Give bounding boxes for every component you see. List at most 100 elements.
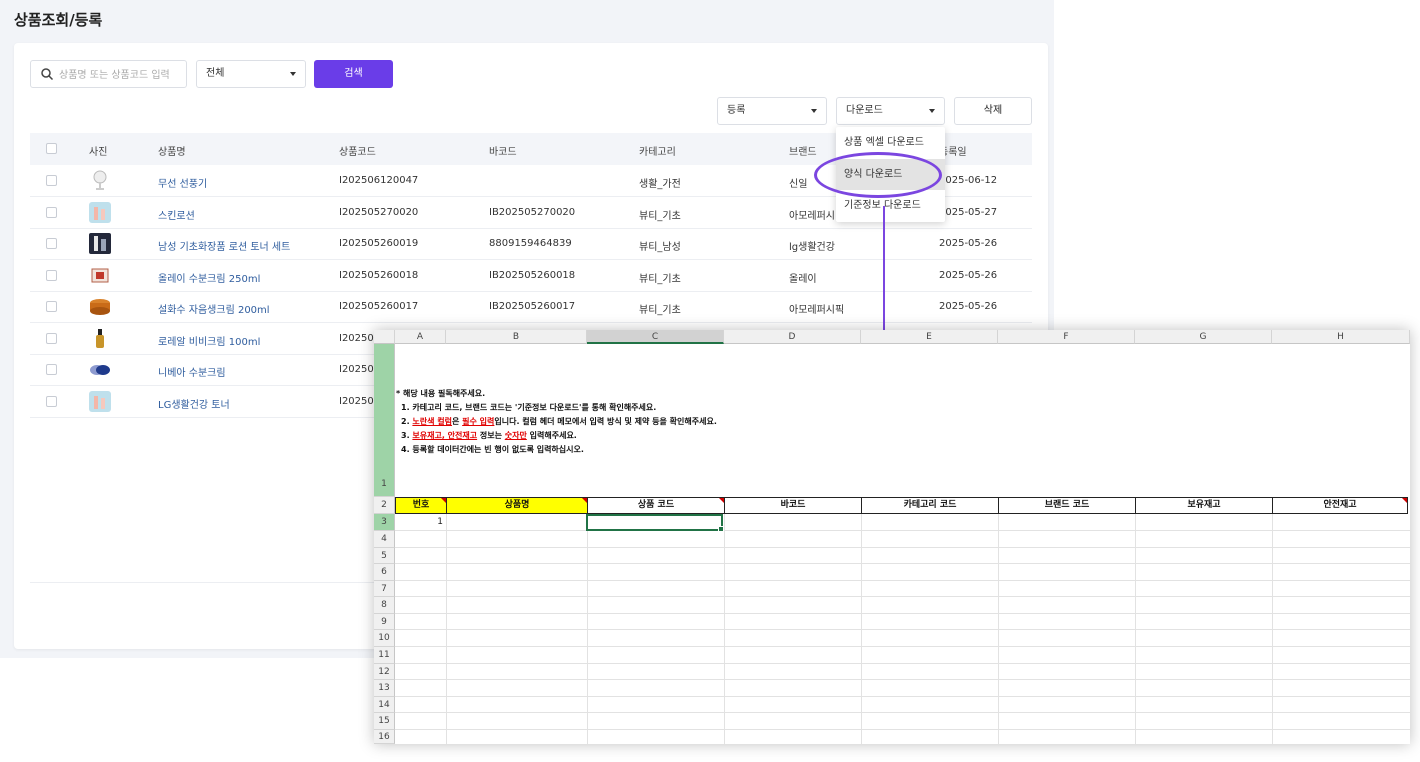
category: 뷰티_기초 bbox=[639, 274, 681, 285]
product-name-link[interactable]: 무선 선풍기 bbox=[158, 175, 207, 190]
row-header-9[interactable]: 9 bbox=[374, 614, 395, 630]
gridline bbox=[395, 547, 1410, 548]
row-header-15[interactable]: 15 bbox=[374, 713, 395, 730]
category-select[interactable]: 전체 bbox=[196, 60, 306, 88]
comment-marker-icon bbox=[1402, 498, 1407, 503]
bb-bottle-icon bbox=[96, 329, 104, 348]
note-highlight: 보유재고, 안전재고 bbox=[412, 431, 478, 440]
col-header-h[interactable]: H bbox=[1272, 330, 1410, 344]
product-name-link[interactable]: LG생활건강 토너 bbox=[158, 396, 230, 411]
header-cell-label: 안전재고 bbox=[1323, 500, 1357, 510]
row-checkbox[interactable] bbox=[46, 270, 57, 281]
gridline bbox=[395, 696, 1410, 697]
col-header-b[interactable]: B bbox=[446, 330, 587, 344]
note-text: 은 bbox=[451, 417, 463, 426]
category: 생활_가전 bbox=[639, 179, 681, 190]
header-cell-number[interactable]: 번호 bbox=[395, 497, 447, 514]
row-header-5[interactable]: 5 bbox=[374, 548, 395, 564]
row-header-2[interactable]: 2 bbox=[374, 497, 395, 514]
table-row[interactable]: 설화수 자음생크림 200ml I202505260017 IB20250526… bbox=[30, 291, 1032, 323]
active-cell-c3[interactable] bbox=[586, 514, 724, 532]
product-code: I20250 bbox=[339, 333, 374, 344]
fan-icon bbox=[93, 170, 107, 190]
delete-button[interactable]: 삭제 bbox=[954, 97, 1032, 125]
product-name-link[interactable]: 설화수 자음생크림 200ml bbox=[158, 301, 270, 316]
note-line-3: 3. 보유재고, 안전재고 정보는 숫자만 입력해주세요. bbox=[401, 430, 577, 441]
row-header-16[interactable]: 16 bbox=[374, 730, 395, 744]
product-code: I202505260017 bbox=[339, 301, 419, 312]
row-checkbox[interactable] bbox=[46, 175, 57, 186]
header-cell-safety-stock[interactable]: 안전재고 bbox=[1272, 497, 1408, 514]
row-header-11[interactable]: 11 bbox=[374, 647, 395, 664]
col-header-g[interactable]: G bbox=[1135, 330, 1272, 344]
fill-handle[interactable] bbox=[718, 526, 724, 532]
toner-icon bbox=[89, 391, 111, 412]
row-checkbox[interactable] bbox=[46, 396, 57, 407]
product-name-link[interactable]: 로레알 비비크림 100ml bbox=[158, 333, 260, 348]
product-name-link[interactable]: 남성 기초화장품 로션 토너 세트 bbox=[158, 238, 290, 253]
header-cell-brand-code[interactable]: 브랜드 코드 bbox=[998, 497, 1136, 514]
row-header-10[interactable]: 10 bbox=[374, 630, 395, 647]
col-header-a[interactable]: A bbox=[395, 330, 446, 344]
table-row[interactable]: 남성 기초화장품 로션 토너 세트 I202505260019 88091594… bbox=[30, 228, 1032, 260]
row-header-13[interactable]: 13 bbox=[374, 680, 395, 697]
search-input[interactable] bbox=[57, 65, 187, 85]
row-header-7[interactable]: 7 bbox=[374, 581, 395, 597]
col-header-e[interactable]: E bbox=[861, 330, 998, 344]
product-name-link[interactable]: 스킨로션 bbox=[158, 207, 195, 222]
note-heading: * 해당 내용 필독해주세요. bbox=[396, 389, 486, 398]
reg-date: 2025-05-26 bbox=[939, 238, 998, 249]
header-cell-label: 브랜드 코드 bbox=[1044, 500, 1090, 510]
header-cell-label: 바코드 bbox=[780, 500, 806, 510]
row-header-1[interactable]: 1 bbox=[374, 344, 395, 497]
header-cell-barcode[interactable]: 바코드 bbox=[724, 497, 862, 514]
note-line-2: 2. 노란색 컬럼은 필수 입력입니다. 컬럼 헤더 메모에서 입력 방식 및 … bbox=[401, 416, 717, 427]
header-cell-stock[interactable]: 보유재고 bbox=[1135, 497, 1273, 514]
col-header-f[interactable]: F bbox=[998, 330, 1135, 344]
row-header-12[interactable]: 12 bbox=[374, 664, 395, 680]
note-highlight: 필수 입력 bbox=[462, 417, 495, 426]
col-barcode: 바코드 bbox=[489, 147, 517, 158]
mens-set-icon bbox=[89, 233, 111, 254]
row-checkbox[interactable] bbox=[46, 238, 57, 249]
row-checkbox[interactable] bbox=[46, 364, 57, 375]
row-header-6[interactable]: 6 bbox=[374, 564, 395, 581]
product-code: I202505260018 bbox=[339, 270, 419, 281]
category-select-value: 전체 bbox=[206, 68, 225, 79]
row-header-4[interactable]: 4 bbox=[374, 531, 395, 548]
row-checkbox[interactable] bbox=[46, 333, 57, 344]
chevron-down-icon bbox=[811, 109, 817, 113]
product-name-link[interactable]: 니베아 수분크림 bbox=[158, 364, 226, 379]
register-select[interactable]: 등록 bbox=[717, 97, 827, 125]
gridline bbox=[395, 613, 1410, 614]
row-checkbox[interactable] bbox=[46, 301, 57, 312]
header-cell-product-code[interactable]: 상품 코드 bbox=[587, 497, 725, 514]
row-checkbox[interactable] bbox=[46, 207, 57, 218]
gridline bbox=[395, 563, 1410, 564]
gridline bbox=[395, 729, 1410, 730]
header-cell-product-name[interactable]: 상품명 bbox=[446, 497, 588, 514]
cell-a3[interactable]: 1 bbox=[396, 515, 443, 530]
col-header-d[interactable]: D bbox=[724, 330, 861, 344]
product-name-link[interactable]: 올레이 수분크림 250ml bbox=[158, 270, 260, 285]
brand: 아모레퍼시픽 bbox=[789, 305, 845, 316]
header-cell-category-code[interactable]: 카테고리 코드 bbox=[861, 497, 999, 514]
highlight-circle bbox=[814, 152, 942, 198]
download-select[interactable]: 다운로드 bbox=[836, 97, 945, 125]
row-header-8[interactable]: 8 bbox=[374, 597, 395, 614]
note-line-4: 4. 등록할 데이터간에는 빈 행이 없도록 입력하십시오. bbox=[401, 445, 584, 454]
brand: lg생활건강 bbox=[789, 242, 835, 253]
gridline bbox=[395, 712, 1410, 713]
note-text: 정보는 bbox=[477, 431, 505, 440]
note-highlight: 숫자만 bbox=[504, 431, 527, 440]
header-cell-label: 보유재고 bbox=[1187, 500, 1221, 510]
table-row[interactable]: 올레이 수분크림 250ml I202505260018 IB202505260… bbox=[30, 260, 1032, 292]
search-button[interactable]: 검색 bbox=[314, 60, 393, 88]
row-header-14[interactable]: 14 bbox=[374, 697, 395, 713]
select-all-corner[interactable] bbox=[374, 330, 395, 344]
col-header-c[interactable]: C bbox=[587, 330, 724, 344]
header-cell-label: 카테고리 코드 bbox=[903, 500, 957, 510]
select-all-checkbox[interactable] bbox=[46, 143, 57, 154]
search-box[interactable] bbox=[30, 60, 187, 88]
row-header-3[interactable]: 3 bbox=[374, 514, 395, 531]
